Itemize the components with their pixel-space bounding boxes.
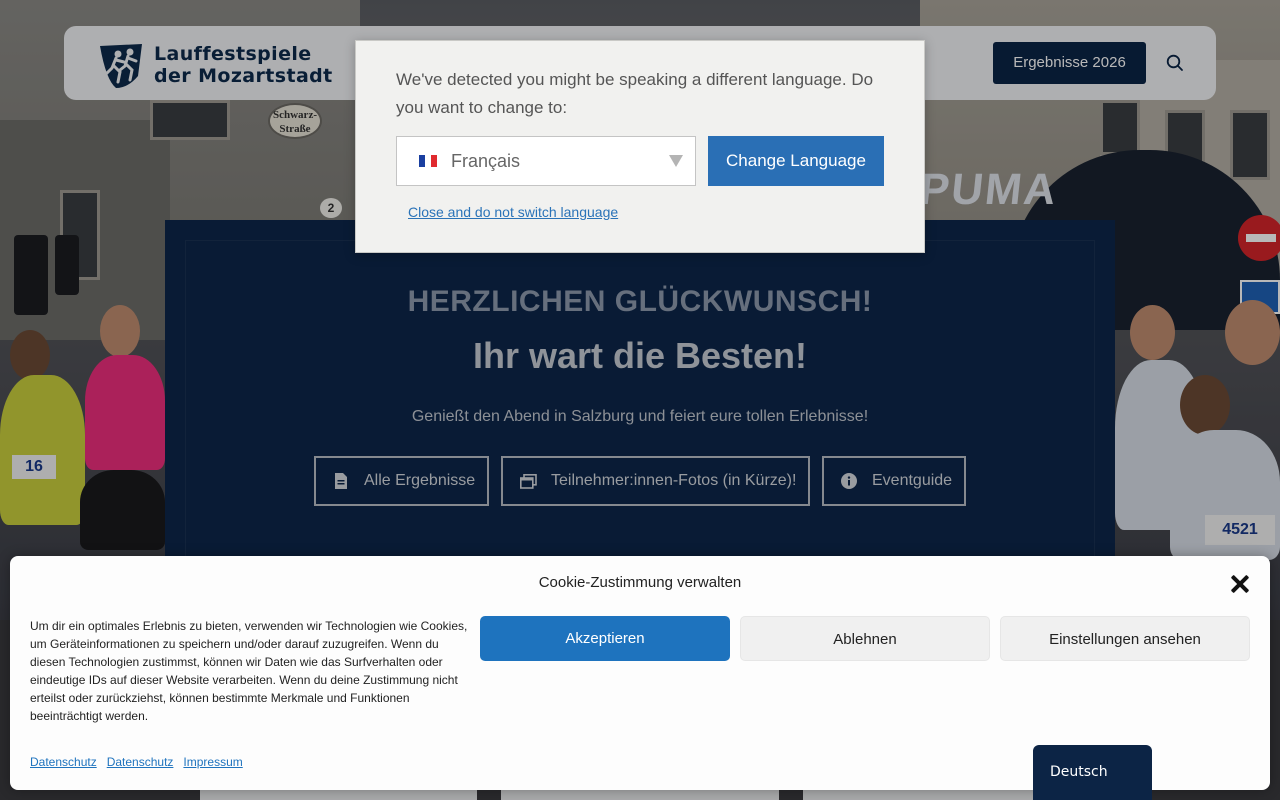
cookie-banner-links: Datenschutz Datenschutz Impressum (30, 755, 243, 769)
change-language-button[interactable]: Change Language (708, 136, 884, 186)
language-suggestion-modal: We've detected you might be speaking a d… (355, 40, 925, 253)
imprint-link[interactable]: Impressum (183, 755, 242, 769)
privacy-link-2[interactable]: Datenschutz (107, 755, 174, 769)
language-modal-message: We've detected you might be speaking a d… (396, 70, 874, 117)
language-switcher-tab[interactable]: Deutsch (1033, 745, 1152, 800)
close-language-modal-link[interactable]: Close and do not switch language (408, 204, 618, 220)
language-select[interactable]: Français (396, 136, 696, 186)
cookie-preferences-button[interactable]: Einstellungen ansehen (1000, 616, 1250, 661)
cookie-deny-button[interactable]: Ablehnen (740, 616, 990, 661)
cookie-banner-text: Um dir ein optimales Erlebnis zu bieten,… (30, 619, 468, 723)
language-select-value: Français (451, 150, 521, 171)
french-flag-icon (419, 155, 437, 167)
chevron-down-icon (669, 155, 683, 167)
privacy-link[interactable]: Datenschutz (30, 755, 97, 769)
close-icon[interactable] (1229, 573, 1251, 595)
cookie-accept-button[interactable]: Akzeptieren (480, 616, 730, 661)
cookie-banner-title: Cookie-Zustimmung verwalten (538, 574, 742, 591)
